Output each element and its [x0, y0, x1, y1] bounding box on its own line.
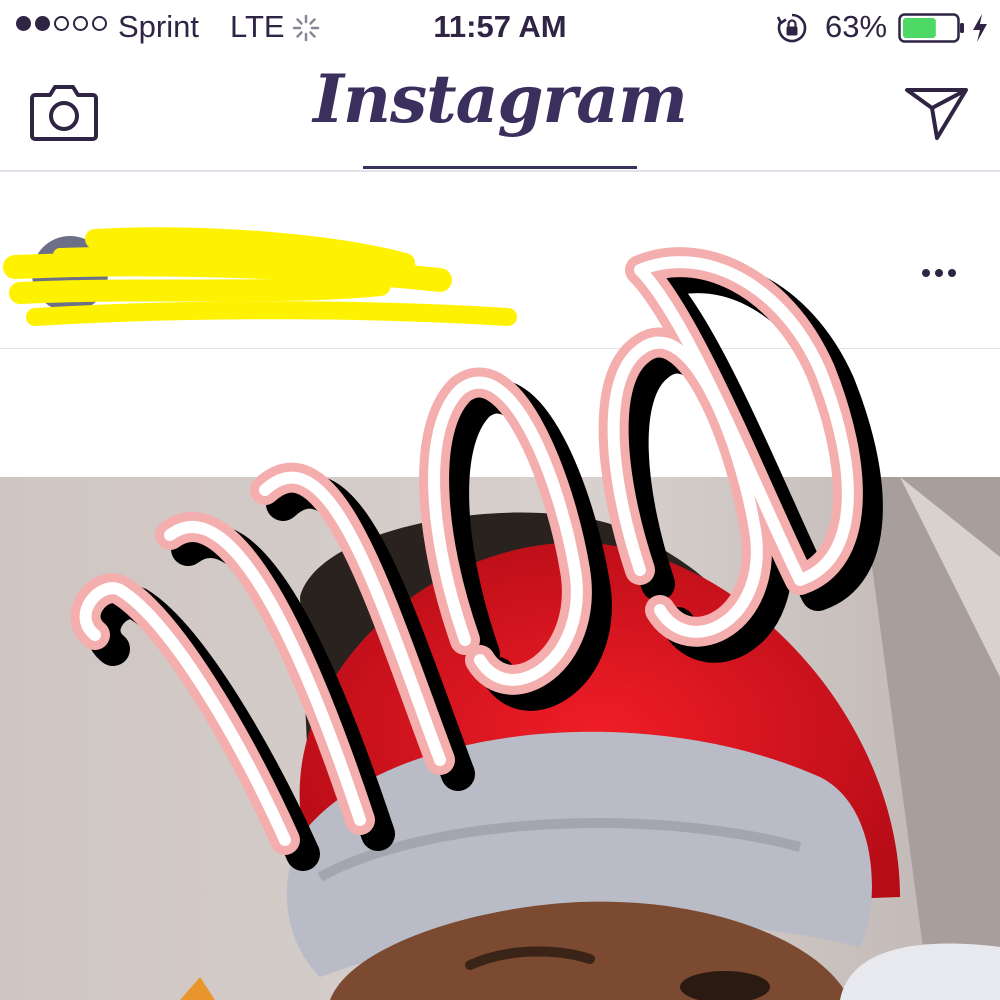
- paper-plane-icon: [905, 88, 968, 140]
- rotation-lock-icon: [776, 13, 807, 43]
- mood-text-sticker: [70, 247, 883, 871]
- charging-bolt-icon: [973, 14, 987, 42]
- instagram-logo: Instagram: [313, 60, 688, 138]
- direct-message-button[interactable]: [904, 86, 970, 142]
- battery-icon: [898, 13, 964, 43]
- status-bar: Sprint LTE 11:57 AM 63%: [0, 0, 1000, 56]
- battery-percentage: 63%: [825, 9, 888, 44]
- feed-indicator: [363, 166, 637, 169]
